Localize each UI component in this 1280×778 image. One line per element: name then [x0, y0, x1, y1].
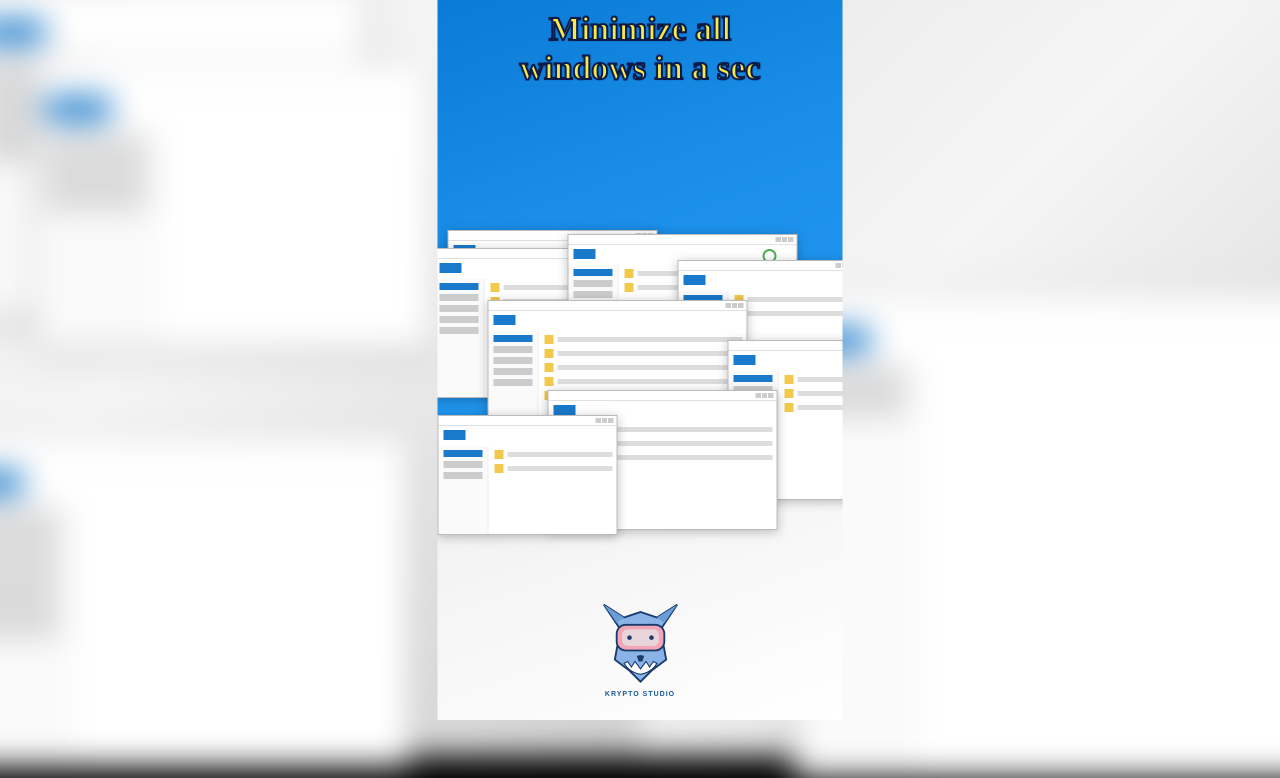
headline-line-1: Minimize all — [438, 10, 843, 49]
open-windows-cluster — [438, 230, 843, 540]
channel-name: KRYPTO STUDIO — [585, 691, 695, 698]
headline-caption: Minimize all windows in a sec — [438, 10, 843, 88]
headline-line-2: windows in a sec — [438, 49, 843, 88]
file-explorer-window[interactable] — [438, 415, 618, 535]
wolf-vr-logo-icon — [585, 579, 695, 689]
channel-logo: KRYPTO STUDIO — [585, 579, 695, 698]
video-frame: Minimize all windows in a sec KRYPTO STU… — [438, 0, 843, 720]
